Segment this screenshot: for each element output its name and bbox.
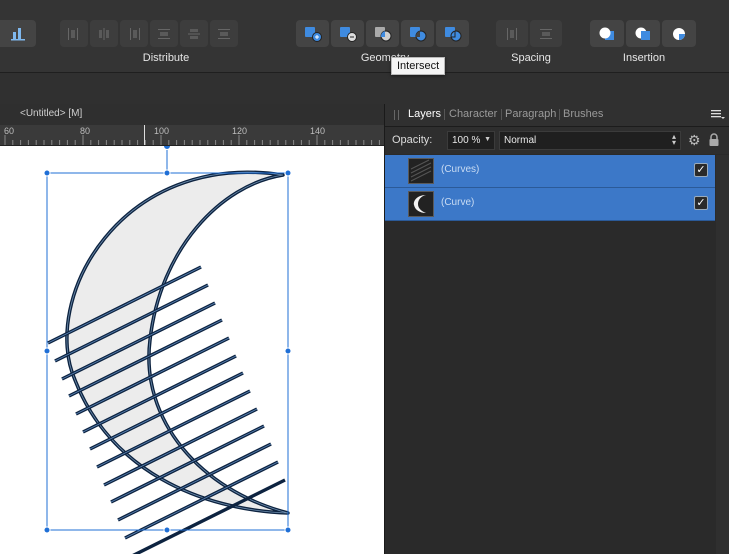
distribute-group <box>60 20 238 47</box>
horizontal-ruler[interactable]: 60 80 100 120 140 <box>0 125 384 146</box>
xor-icon <box>409 26 426 41</box>
insert-inside-button[interactable] <box>626 20 660 47</box>
spacing-vertical-icon <box>540 28 552 39</box>
subtract-icon <box>339 26 357 42</box>
distribute-label: Distribute <box>142 52 190 64</box>
divide-icon <box>444 26 461 41</box>
tab-paragraph[interactable]: Paragraph <box>505 108 556 120</box>
visibility-checkbox[interactable]: ✓ <box>694 196 708 210</box>
artwork[interactable] <box>0 146 384 554</box>
tab-separator <box>559 109 560 120</box>
add-icon <box>304 26 322 42</box>
blend-mode-value: Normal <box>504 135 537 146</box>
opacity-value: 100 % <box>452 135 481 146</box>
toolbar: Distribute Geometry Spacing Insertion <box>0 0 729 73</box>
layer-row-curve[interactable]: (Curve) ✓ <box>385 188 715 221</box>
spacing-group <box>496 20 562 47</box>
subtract-button[interactable] <box>331 20 364 47</box>
insertion-group <box>590 20 696 47</box>
insert-inside-icon <box>635 27 650 40</box>
distribute-vcenter-button[interactable] <box>180 20 208 47</box>
ruler-ticks <box>4 125 380 145</box>
layer-name[interactable]: (Curves) <box>441 164 479 175</box>
lock-icon[interactable] <box>708 133 720 147</box>
tab-separator <box>501 109 502 120</box>
context-toolbar <box>0 73 729 105</box>
spacing-horizontal-icon <box>507 27 517 40</box>
distribute-hcenter-button[interactable] <box>90 20 118 47</box>
ruler-label-140: 140 <box>310 126 326 136</box>
opacity-label: Opacity: <box>392 134 433 146</box>
ruler-label-120: 120 <box>232 126 248 136</box>
distribute-left-button[interactable] <box>60 20 88 47</box>
ruler-label-100: 100 <box>154 126 170 136</box>
ruler-label-60: 60 <box>4 126 15 136</box>
hatch-thumbnail-icon <box>410 159 432 182</box>
tooltip: Intersect <box>391 57 446 75</box>
insert-behind-button[interactable] <box>590 20 624 47</box>
insert-top-button[interactable] <box>662 20 696 47</box>
layer-row-curves[interactable]: (Curves) ✓ <box>385 155 715 188</box>
distribute-top-icon <box>158 28 170 39</box>
layer-thumbnail <box>408 191 434 217</box>
tab-character[interactable]: Character <box>449 108 497 120</box>
distribute-bottom-icon <box>218 28 230 39</box>
document-tab-title[interactable]: <Untitled> [M] <box>20 108 82 119</box>
insert-behind-icon <box>599 27 614 40</box>
bar-chart-icon <box>11 28 25 41</box>
panel-menu-icon[interactable] <box>711 109 725 120</box>
blend-mode-select[interactable]: Normal ▴ ▾ <box>499 131 681 150</box>
opacity-field[interactable]: 100 % ▼ <box>447 131 495 150</box>
crescent-thumbnail-icon <box>413 195 426 213</box>
gear-icon[interactable]: ⚙ <box>688 133 701 147</box>
tab-separator <box>444 109 445 120</box>
distribute-bottom-button[interactable] <box>210 20 238 47</box>
ruler-label-80: 80 <box>80 126 91 136</box>
intersect-icon <box>374 26 391 41</box>
document-tab-bar: <Untitled> [M] <box>0 104 384 126</box>
distribute-left-icon <box>68 27 78 40</box>
chart-button[interactable] <box>0 20 36 47</box>
distribute-top-button[interactable] <box>150 20 178 47</box>
distribute-right-button[interactable] <box>120 20 148 47</box>
opacity-row: Opacity: 100 % ▼ Normal ▴ ▾ ⚙ <box>385 127 729 154</box>
panel-grip-icon[interactable] <box>394 110 399 120</box>
stepper-arrows-icon: ▴ ▾ <box>671 132 676 147</box>
layer-list: (Curves) ✓ (Curve) ✓ <box>385 155 715 221</box>
tab-layers[interactable]: Layers <box>408 108 441 120</box>
spacing-label: Spacing <box>511 52 551 64</box>
distribute-hcenter-icon <box>99 27 109 40</box>
visibility-checkbox[interactable]: ✓ <box>694 163 708 177</box>
add-button[interactable] <box>296 20 329 47</box>
spacing-horizontal-button[interactable] <box>496 20 528 47</box>
insertion-label: Insertion <box>622 52 666 64</box>
layers-panel: Layers Character Paragraph Brushes Opaci… <box>384 104 729 554</box>
intersect-button[interactable] <box>366 20 399 47</box>
panel-tab-bar: Layers Character Paragraph Brushes <box>385 104 729 127</box>
spacing-vertical-button[interactable] <box>530 20 562 47</box>
layer-name[interactable]: (Curve) <box>441 197 474 208</box>
canvas[interactable] <box>0 146 384 554</box>
layer-thumbnail <box>408 158 434 184</box>
divide-button[interactable] <box>436 20 469 47</box>
tab-brushes[interactable]: Brushes <box>563 108 603 120</box>
distribute-right-icon <box>130 27 140 40</box>
distribute-vcenter-icon <box>188 28 200 39</box>
geometry-group <box>296 20 469 47</box>
chevron-down-icon: ▼ <box>484 136 491 143</box>
xor-button[interactable] <box>401 20 434 47</box>
insert-top-icon <box>673 27 685 40</box>
panel-scrollbar[interactable] <box>716 155 729 554</box>
